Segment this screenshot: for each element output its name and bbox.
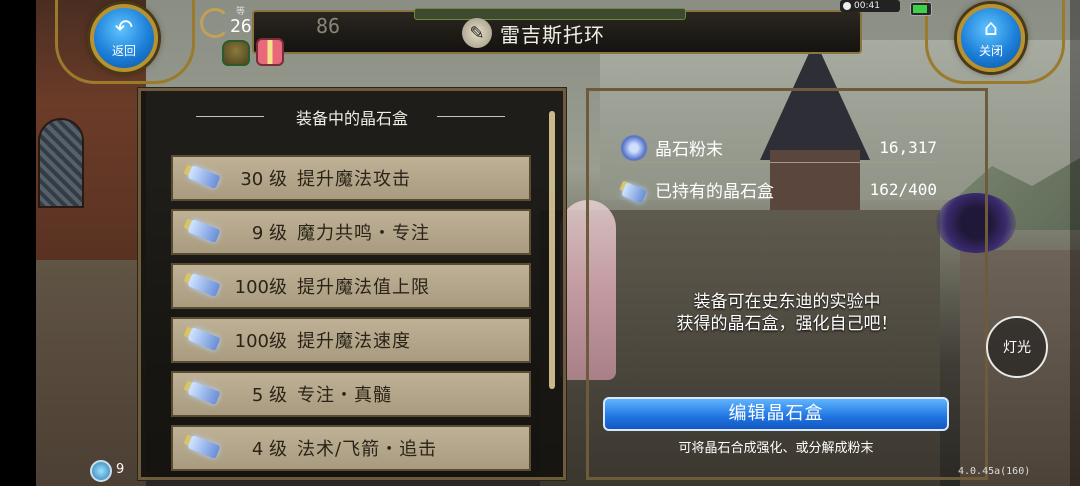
- crystal-item[interactable]: 30 级 提升魔法攻击: [171, 155, 531, 201]
- crystal-level: 5 级: [251, 385, 287, 406]
- crystal-powder-icon: [619, 134, 649, 161]
- stat-label: 晶石粉末: [655, 140, 723, 160]
- crystal-box-icon: [183, 160, 227, 196]
- crystal-item[interactable]: 4 级 法术/飞箭・追击: [171, 425, 531, 471]
- edit-crystal-button[interactable]: 编辑晶石盒: [603, 397, 949, 431]
- hint-text: 装备可在史东迪的实验中 获得的晶石盒，强化自己吧！: [676, 292, 898, 334]
- crystal-box-icon: [619, 176, 649, 204]
- close-button[interactable]: ⌂ 关闭: [957, 4, 1025, 72]
- divider: [437, 116, 505, 117]
- background-number: 86: [316, 14, 341, 38]
- crystal-box-icon: [183, 268, 227, 304]
- stat-label: 已持有的晶石盒: [655, 181, 774, 202]
- crystal-item[interactable]: 5 级 专注・真髓: [171, 371, 531, 417]
- scrollbar-thumb[interactable]: [549, 111, 555, 389]
- status-clock: 00:41: [840, 0, 900, 12]
- crystal-name: 提升魔法速度: [297, 331, 411, 352]
- crystal-powder-row: 晶石粉末 16,317: [619, 134, 937, 163]
- crystal-box-icon: [183, 430, 227, 466]
- page-title: ✎ 雷吉斯托环: [462, 18, 605, 48]
- crystal-level: 4 级: [251, 439, 287, 460]
- crystal-box-icon: [183, 214, 227, 250]
- crystal-box-icon: [183, 376, 227, 412]
- crystal-name: 法术/飞箭・追击: [297, 439, 438, 460]
- stat-value: 162/400: [869, 179, 937, 199]
- crystal-name: 提升魔法攻击: [297, 169, 411, 190]
- stat-value: 16,317: [879, 138, 937, 157]
- crystal-level: 100级: [234, 331, 287, 352]
- home-icon: ⌂: [984, 15, 998, 41]
- crystal-info-panel: 晶石粉末 16,317 已持有的晶石盒 162/400 装备可在史东迪的实验中 …: [586, 88, 988, 480]
- crystal-level: 30 级: [240, 169, 287, 190]
- back-arrow-icon: ↶: [114, 15, 134, 41]
- clock-icon: [843, 2, 851, 10]
- owned-crystal-row: 已持有的晶石盒 162/400: [619, 175, 937, 204]
- arched-window: [38, 118, 84, 208]
- gift-icon[interactable]: [256, 38, 284, 66]
- crystal-list: 30 级 提升魔法攻击 9 级 魔力共鸣・专注 100级 提升魔法值上限 100…: [171, 155, 531, 479]
- equipped-crystal-panel: 装备中的晶石盒 30 级 提升魔法攻击 9 级 魔力共鸣・专注 100级 提升魔…: [137, 87, 567, 481]
- crystal-level: 9 级: [251, 223, 287, 244]
- staff-emblem-icon: ✎: [462, 18, 492, 48]
- battery-icon: [910, 2, 932, 16]
- bag-icon[interactable]: [222, 40, 250, 66]
- page-title-text: 雷吉斯托环: [500, 22, 605, 47]
- crystal-level: 100级: [234, 277, 287, 298]
- crystal-item[interactable]: 100级 提升魔法值上限: [171, 263, 531, 309]
- version-label: 4.0.45a(160): [958, 466, 1031, 477]
- back-button[interactable]: ↶ 返回: [90, 4, 158, 72]
- crystal-name: 魔力共鸣・专注: [297, 223, 430, 244]
- crystal-item[interactable]: 9 级 魔力共鸣・专注: [171, 209, 531, 255]
- player-level: 26: [230, 16, 252, 37]
- crystal-name: 提升魔法值上限: [297, 277, 430, 298]
- bottom-left-text: 9: [116, 462, 125, 477]
- panel-title: 装备中的晶石盒: [295, 109, 408, 128]
- crystal-name: 专注・真髓: [297, 385, 392, 406]
- level-ring-icon: [200, 8, 230, 38]
- compass-icon[interactable]: [90, 460, 112, 482]
- light-toggle-button[interactable]: 灯光: [986, 316, 1048, 378]
- crystal-item[interactable]: 100级 提升魔法速度: [171, 317, 531, 363]
- crystal-box-icon: [183, 322, 227, 358]
- edit-crystal-caption: 可将晶石合成强化、或分解成粉末: [678, 441, 874, 456]
